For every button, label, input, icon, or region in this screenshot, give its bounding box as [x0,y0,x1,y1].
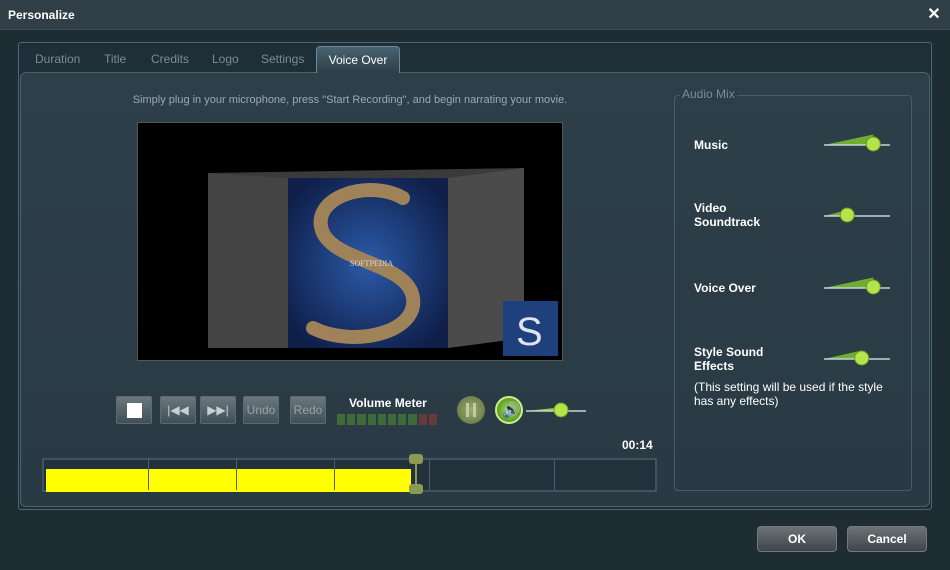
undo-button[interactable]: Undo [243,396,279,424]
mix-slider-graphic [824,207,890,223]
tab-voice-over[interactable]: Voice Over [316,46,400,73]
title-bar: Personalize ✕ [0,0,950,30]
video-preview: SOFTPEDIA S [137,122,563,361]
mix-slider-graphic [824,350,890,366]
volume-slider-graphic [526,402,586,418]
ok-button[interactable]: OK [757,526,837,552]
voice-over-label: Voice Over [694,281,756,295]
tab-logo[interactable]: Logo [212,47,239,72]
close-icon[interactable]: ✕ [924,5,944,25]
volume-meter [337,414,438,425]
cancel-button[interactable]: Cancel [847,526,927,552]
rewind-button[interactable]: |◀◀ [160,396,196,424]
timeline-divider [148,460,149,490]
preview-image: SOFTPEDIA S [208,168,558,356]
skip-forward-icon: ▶▶| [207,403,229,417]
timeline-playhead[interactable] [409,454,423,496]
time-display: 00:14 [622,438,653,452]
style-note: (This setting will be used if the style … [694,380,883,408]
music-label: Music [694,138,729,152]
tab-duration[interactable]: Duration [35,47,80,72]
music-slider[interactable] [822,134,892,154]
mix-slider-graphic [824,134,890,152]
timeline-divider [236,460,237,490]
voice-over-slider[interactable] [822,277,892,297]
style-sound-effects-slider[interactable] [822,348,892,368]
skip-back-icon: |◀◀ [167,403,189,417]
video-soundtrack-label: Video Soundtrack [694,201,761,229]
tab-title[interactable]: Title [104,47,126,72]
tab-credits[interactable]: Credits [151,47,189,72]
stop-icon [126,403,142,418]
pause-icon [466,403,476,417]
volume-slider[interactable] [524,399,594,419]
video-soundtrack-slider[interactable] [822,205,892,225]
timeline-divider [334,460,335,490]
stop-button[interactable] [116,396,152,424]
tab-settings[interactable]: Settings [261,47,304,72]
forward-button[interactable]: ▶▶| [200,396,236,424]
window-title: Personalize [8,8,75,22]
mix-slider-graphic [824,277,890,295]
preview-watermark: SOFTPEDIA [350,259,393,268]
style-sound-effects-label: Style Sound Effects [694,345,764,373]
audio-mix-legend: Audio Mix [680,87,737,101]
timeline-track[interactable] [42,454,657,494]
svg-text:S: S [516,310,543,354]
speaker-icon: 🔊 [502,402,521,419]
instructions-text: Simply plug in your microphone, press "S… [132,94,568,106]
pause-button[interactable] [457,396,485,424]
speaker-button[interactable]: 🔊 [495,396,523,424]
volume-meter-label: Volume Meter [349,396,427,410]
timeline-divider [554,460,555,490]
timeline-progress [46,469,411,492]
timeline-divider [429,460,430,490]
redo-button[interactable]: Redo [290,396,326,424]
